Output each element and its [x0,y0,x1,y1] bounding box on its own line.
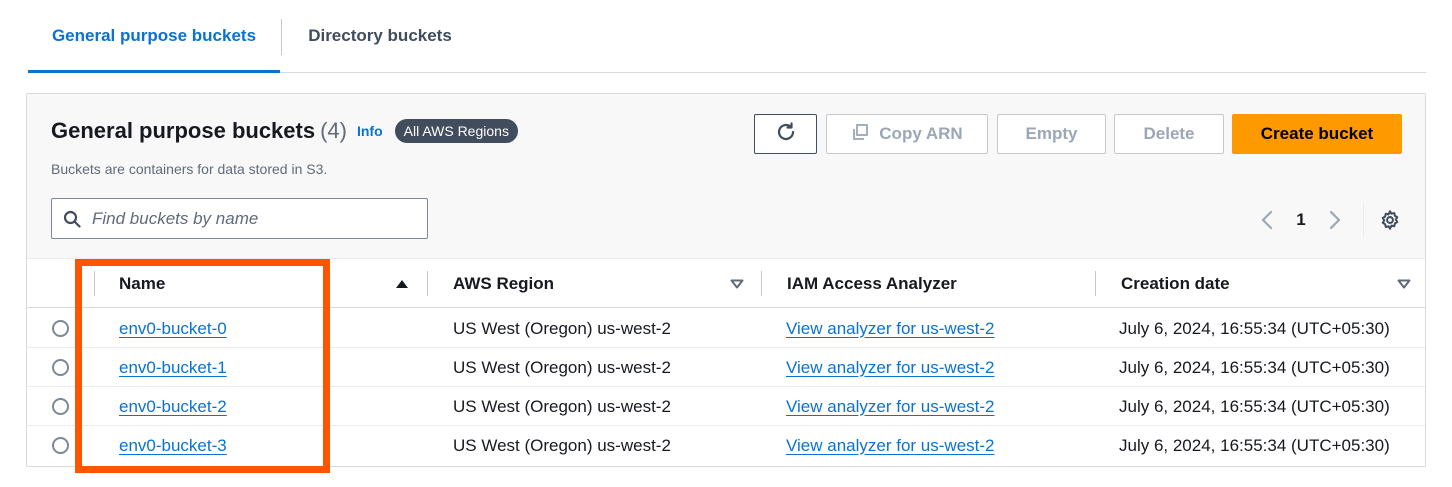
search-box [51,198,428,239]
panel-header: General purpose buckets (4) Info All AWS… [27,94,1425,259]
bucket-region: US West (Oregon) us-west-2 [453,435,671,455]
copy-arn-button[interactable]: Copy ARN [826,114,988,154]
table-row: env0-bucket-1 US West (Oregon) us-west-2… [27,348,1425,387]
view-analyzer-link[interactable]: View analyzer for us-west-2 [786,426,995,465]
sort-down-icon [730,279,744,289]
panel-description: Buckets are containers for data stored i… [51,161,328,177]
column-divider [761,271,762,296]
view-analyzer-link[interactable]: View analyzer for us-west-2 [786,387,995,426]
sort-down-icon [1397,279,1411,289]
next-page-button[interactable] [1317,206,1353,234]
region-badge: All AWS Regions [394,119,518,143]
page-number[interactable]: 1 [1285,210,1317,230]
table-preferences-button[interactable] [1374,204,1406,236]
buckets-panel: General purpose buckets (4) Info All AWS… [26,93,1426,467]
table-row: env0-bucket-2 US West (Oregon) us-west-2… [27,387,1425,426]
sort-ascending-button[interactable] [395,260,409,308]
pager-divider [1363,203,1364,237]
info-link[interactable]: Info [357,123,383,139]
search-icon [52,210,92,228]
delete-button[interactable]: Delete [1114,114,1224,154]
bucket-name-link[interactable]: env0-bucket-1 [119,348,227,387]
sort-creation-date-button[interactable] [1397,260,1411,308]
search-input[interactable] [92,208,412,229]
tab-general-purpose-buckets[interactable]: General purpose buckets [28,0,280,73]
refresh-icon [775,121,797,148]
tab-directory-buckets[interactable]: Directory buckets [282,0,478,72]
copy-arn-label: Copy ARN [879,124,963,143]
column-divider [1095,271,1096,296]
panel-title: General purpose buckets [51,118,316,143]
row-select-radio[interactable] [52,320,69,337]
sort-ascending-icon [396,280,408,288]
view-analyzer-link[interactable]: View analyzer for us-west-2 [786,348,995,387]
copy-icon [851,123,869,146]
chevron-left-icon [1261,210,1273,230]
chevron-right-icon [1329,210,1341,230]
column-header-name[interactable]: Name [119,260,165,308]
table-row: env0-bucket-0 US West (Oregon) us-west-2… [27,309,1425,348]
creation-date: July 6, 2024, 16:55:34 (UTC+05:30) [1119,318,1390,338]
creation-date: July 6, 2024, 16:55:34 (UTC+05:30) [1119,396,1390,416]
table-header: Name AWS Region IAM Access Analyzer Crea… [27,260,1425,308]
panel-title-row: General purpose buckets (4) Info All AWS… [51,118,518,144]
refresh-button[interactable] [754,114,817,154]
column-header-creation-date[interactable]: Creation date [1121,260,1230,308]
row-select-radio[interactable] [52,359,69,376]
bucket-region: US West (Oregon) us-west-2 [453,396,671,416]
gear-icon [1381,210,1399,230]
bucket-name-link[interactable]: env0-bucket-2 [119,387,227,426]
column-header-region[interactable]: AWS Region [453,260,554,308]
bucket-name-link[interactable]: env0-bucket-0 [119,309,227,348]
create-bucket-button[interactable]: Create bucket [1232,114,1402,154]
bucket-name-link[interactable]: env0-bucket-3 [119,426,227,465]
table-row: env0-bucket-3 US West (Oregon) us-west-2… [27,426,1425,465]
bucket-type-tabs: General purpose buckets Directory bucket… [28,0,1426,73]
view-analyzer-link[interactable]: View analyzer for us-west-2 [786,309,995,348]
bucket-region: US West (Oregon) us-west-2 [453,357,671,377]
bucket-region: US West (Oregon) us-west-2 [453,318,671,338]
column-divider [94,271,95,296]
creation-date: July 6, 2024, 16:55:34 (UTC+05:30) [1119,435,1390,455]
sort-region-button[interactable] [730,260,744,308]
empty-button[interactable]: Empty [997,114,1106,154]
row-select-radio[interactable] [52,437,69,454]
bucket-count: (4) [320,118,347,143]
row-select-radio[interactable] [52,398,69,415]
previous-page-button[interactable] [1249,206,1285,234]
column-divider [427,271,428,296]
creation-date: July 6, 2024, 16:55:34 (UTC+05:30) [1119,357,1390,377]
pagination: 1 [1249,203,1406,237]
column-header-analyzer[interactable]: IAM Access Analyzer [787,260,957,308]
